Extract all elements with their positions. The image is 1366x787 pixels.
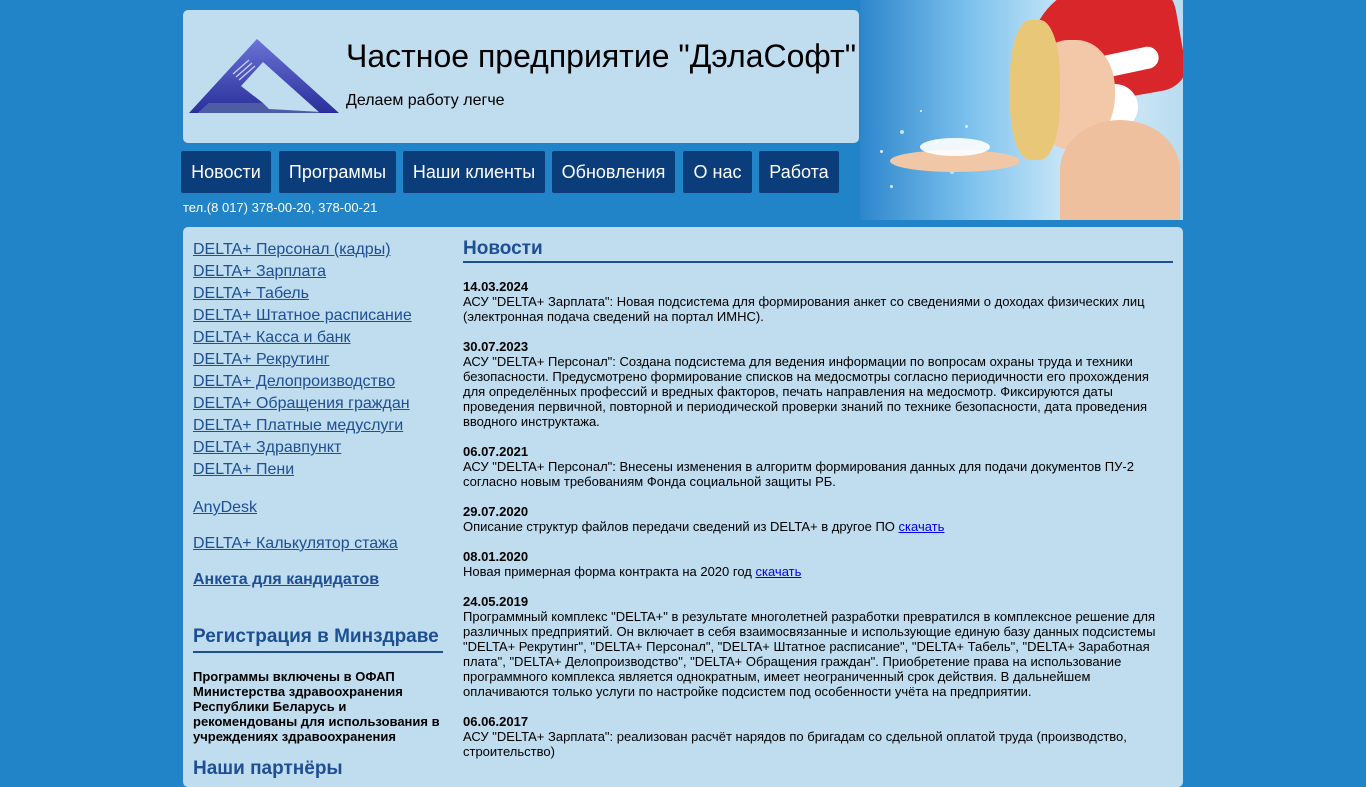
company-logo (189, 39, 339, 113)
news-section: Новости 14.03.2024 АСУ "DELTA+ Зарплата"… (463, 237, 1173, 759)
news-date: 30.07.2023 (463, 339, 529, 354)
news-text: Новая примерная форма контракта на 2020 … (463, 564, 752, 579)
news-text: Программный комплекс "DELTA+" в результа… (463, 609, 1156, 699)
sidebar-link-staffing[interactable]: DELTA+ Штатное расписание (193, 305, 443, 327)
sidebar-link-recruiting[interactable]: DELTA+ Рекрутинг (193, 349, 443, 371)
news-date: 24.05.2019 (463, 594, 529, 609)
hero-banner-image (860, 0, 1183, 220)
sidebar-link-salary[interactable]: DELTA+ Зарплата (193, 261, 443, 283)
news-text: АСУ "DELTA+ Зарплата": реализован расчёт… (463, 729, 1127, 759)
news-text: Описание структур файлов передачи сведен… (463, 519, 895, 534)
nav-item-programs[interactable]: Программы (279, 151, 396, 193)
header-box: Частное предприятие "ДэлаСофт" Делаем ра… (183, 10, 859, 143)
sidebar-link-penalties[interactable]: DELTA+ Пени (193, 459, 443, 481)
news-item: 08.01.2020 Новая примерная форма контрак… (463, 549, 1173, 579)
site-slogan: Делаем работу легче (346, 92, 505, 109)
minzdrav-heading: Регистрация в Минздраве (193, 625, 443, 653)
sidebar-link-anydesk[interactable]: AnyDesk (193, 497, 443, 519)
news-date: 14.03.2024 (463, 279, 529, 294)
news-item: 30.07.2023 АСУ "DELTA+ Персонал": Создан… (463, 339, 1173, 429)
news-date: 06.06.2017 (463, 714, 529, 729)
nav-item-news[interactable]: Новости (181, 151, 271, 193)
minzdrav-text: Программы включены в ОФАП Министерства з… (193, 669, 440, 744)
nav-item-jobs[interactable]: Работа (759, 151, 839, 193)
download-link[interactable]: скачать (899, 519, 945, 534)
news-heading: Новости (463, 237, 1173, 263)
news-text: АСУ "DELTA+ Зарплата": Новая подсистема … (463, 294, 1145, 324)
contact-phone: тел.(8 017) 378-00-20, 378-00-21 (183, 200, 378, 215)
news-date: 29.07.2020 (463, 504, 529, 519)
nav-item-about[interactable]: О нас (683, 151, 752, 193)
site-title: Частное предприятие "ДэлаСофт" (346, 38, 857, 74)
news-text: АСУ "DELTA+ Персонал": Внесены изменения… (463, 459, 1134, 489)
sidebar-link-document-flow[interactable]: DELTA+ Делопроизводство (193, 371, 443, 393)
content-panel: DELTA+ Персонал (кадры) DELTA+ Зарплата … (183, 227, 1183, 787)
news-item: 29.07.2020 Описание структур файлов пере… (463, 504, 1173, 534)
sidebar-link-cash-bank[interactable]: DELTA+ Касса и банк (193, 327, 443, 349)
sidebar-link-citizen-appeals[interactable]: DELTA+ Обращения граждан (193, 393, 443, 415)
download-link[interactable]: скачать (756, 564, 802, 579)
news-item: 24.05.2019 Программный комплекс "DELTA+"… (463, 594, 1173, 699)
sidebar-link-anketa[interactable]: Анкета для кандидатов (193, 569, 443, 591)
sidebar-link-calculator[interactable]: DELTA+ Калькулятор стажа (193, 533, 443, 555)
news-text: АСУ "DELTA+ Персонал": Создана подсистем… (463, 354, 1149, 429)
sidebar-link-health-post[interactable]: DELTA+ Здравпункт (193, 437, 443, 459)
sidebar-link-personnel[interactable]: DELTA+ Персонал (кадры) (193, 239, 443, 261)
nav-item-clients[interactable]: Наши клиенты (403, 151, 545, 193)
news-item: 06.07.2021 АСУ "DELTA+ Персонал": Внесен… (463, 444, 1173, 489)
news-date: 08.01.2020 (463, 549, 529, 564)
sidebar-link-timesheet[interactable]: DELTA+ Табель (193, 283, 443, 305)
news-date: 06.07.2021 (463, 444, 529, 459)
sidebar-link-paid-medical[interactable]: DELTA+ Платные медуслуги (193, 415, 443, 437)
news-list: 14.03.2024 АСУ "DELTA+ Зарплата": Новая … (463, 279, 1173, 759)
news-item: 14.03.2024 АСУ "DELTA+ Зарплата": Новая … (463, 279, 1173, 324)
news-item: 06.06.2017 АСУ "DELTA+ Зарплата": реализ… (463, 714, 1173, 759)
sidebar: DELTA+ Персонал (кадры) DELTA+ Зарплата … (193, 239, 443, 780)
partners-heading: Наши партнёры (193, 758, 343, 779)
nav-item-updates[interactable]: Обновления (552, 151, 675, 193)
